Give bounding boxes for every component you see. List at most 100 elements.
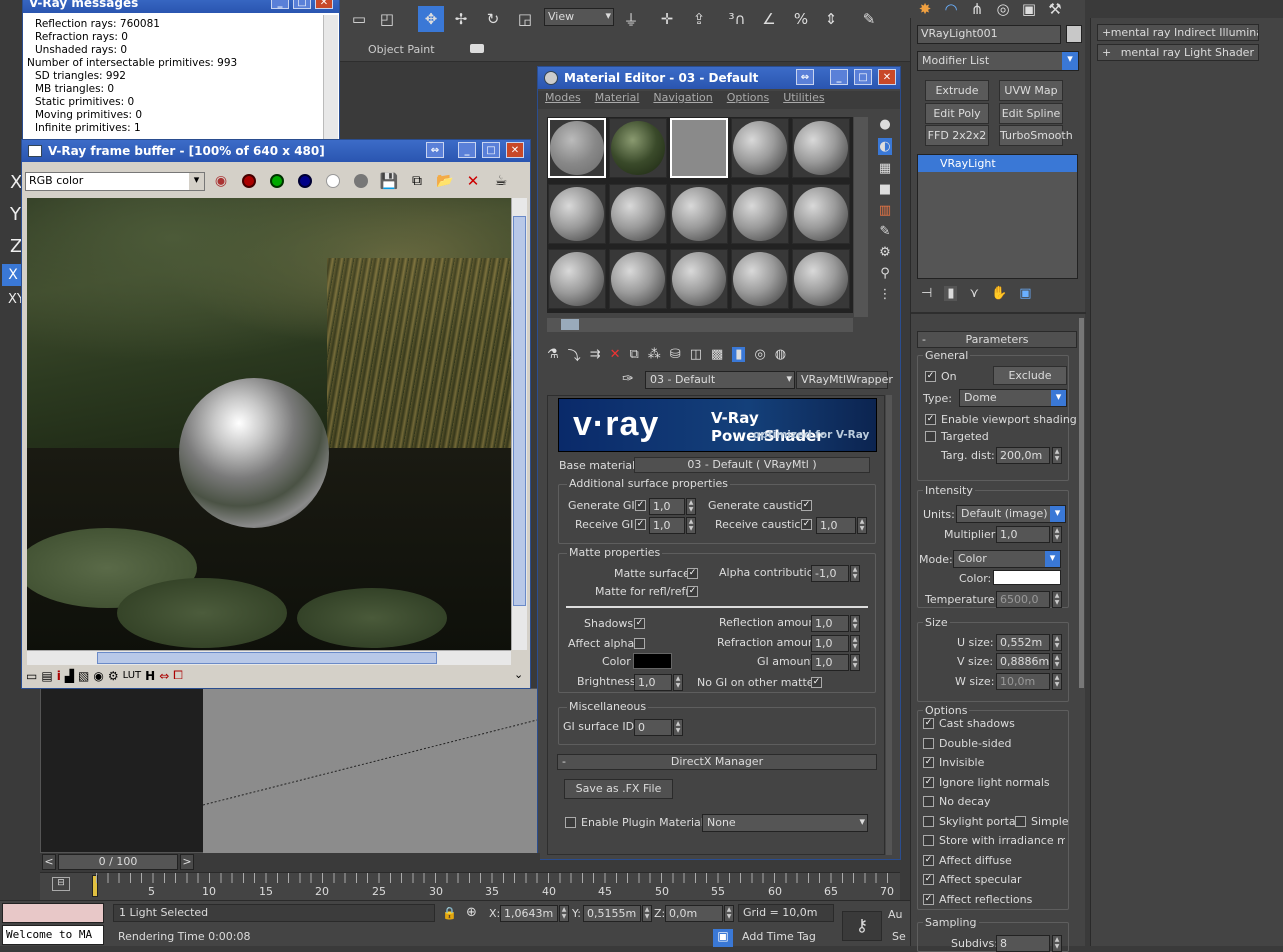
levels-icon[interactable]: ⚙: [108, 669, 119, 683]
enable-viewport-shading-checkbox[interactable]: ✓: [925, 414, 936, 425]
stack-item-vraylight[interactable]: VRayLight: [918, 155, 1077, 172]
matte-surface-checkbox[interactable]: ✓: [687, 568, 698, 579]
subdivs-field[interactable]: 8: [996, 935, 1050, 952]
refraction-amount-spinner[interactable]: ▲ ▼: [850, 635, 860, 652]
shadows-checkbox[interactable]: ✓: [634, 618, 645, 629]
save-image-icon[interactable]: 💾: [378, 170, 400, 192]
track-mouse-icon[interactable]: ▤: [41, 669, 52, 683]
uvw-map-button[interactable]: UVW Map: [999, 80, 1063, 101]
sample-slot[interactable]: [670, 118, 728, 178]
sample-slot[interactable]: [792, 249, 850, 310]
generate-gi-checkbox[interactable]: ✓: [635, 500, 646, 511]
params-scrollbar[interactable]: [886, 395, 892, 855]
menu-navigation[interactable]: Navigation: [653, 91, 712, 109]
display-info-icon[interactable]: ▭: [26, 669, 37, 683]
histogram-icon[interactable]: ▟: [65, 669, 74, 683]
video-color-icon[interactable]: ▥: [879, 203, 891, 218]
exclude-button[interactable]: Exclude: [993, 366, 1067, 385]
make-copy-icon[interactable]: ⧉: [629, 347, 638, 362]
close-button[interactable]: ✕: [506, 142, 524, 158]
simple-checkbox[interactable]: [1015, 816, 1026, 827]
sample-uv-icon[interactable]: ■: [879, 182, 891, 197]
make-unique-icon[interactable]: ⁂: [648, 347, 661, 362]
spinner-snap-icon[interactable]: ⇕: [818, 6, 844, 32]
select-region-icon[interactable]: ▭: [346, 6, 372, 32]
pixel-info-icon[interactable]: ⧠: [173, 668, 183, 683]
no-decay-checkbox[interactable]: [923, 796, 934, 807]
restore-arrows-button[interactable]: ⇔: [426, 142, 444, 158]
close-button[interactable]: ✕: [315, 0, 333, 9]
h-icon[interactable]: H: [145, 669, 155, 683]
rgb-channels-icon[interactable]: ◉: [210, 170, 232, 192]
show-map-icon[interactable]: ▩: [711, 347, 723, 362]
remove-modifier-icon[interactable]: ✋: [991, 286, 1007, 301]
object-paint-toggle[interactable]: [470, 44, 484, 53]
double-sided-checkbox[interactable]: [923, 738, 934, 749]
key-mode-icon[interactable]: ⚷: [842, 911, 882, 941]
matte-color-swatch[interactable]: [633, 653, 672, 669]
v-size-spinner[interactable]: ▲ ▼: [1052, 653, 1062, 670]
gi-amount-spinner[interactable]: ▲ ▼: [850, 654, 860, 671]
alpha-contribution-spinner[interactable]: ▲ ▼: [850, 565, 860, 582]
store-irradiance-checkbox[interactable]: [923, 835, 934, 846]
sample-slot[interactable]: [731, 118, 789, 178]
minimize-button[interactable]: _: [458, 142, 476, 158]
compare-icon[interactable]: ⇔: [159, 669, 169, 683]
eyedropper-icon[interactable]: ✑: [622, 371, 634, 387]
options-icon[interactable]: ⚙: [879, 245, 891, 260]
ignore-light-normals-checkbox[interactable]: ✓: [923, 777, 934, 788]
display-tab-icon[interactable]: ▣: [1018, 0, 1040, 18]
alpha-contribution-field[interactable]: -1,0: [811, 565, 849, 582]
percent-snap-icon[interactable]: %: [788, 6, 814, 32]
scroll-thumb[interactable]: [513, 216, 526, 606]
gi-surface-id-spinner[interactable]: ▲ ▼: [673, 719, 683, 736]
save-fx-button[interactable]: Save as .FX File: [564, 779, 673, 799]
multiplier-field[interactable]: 1,0: [996, 526, 1050, 543]
x-coordinate-field[interactable]: 1,0643m: [500, 905, 558, 922]
object-name-field[interactable]: VRayLight001: [917, 25, 1061, 44]
edit-spline-button[interactable]: Edit Spline: [999, 103, 1063, 124]
generate-gi-spinner[interactable]: ▲ ▼: [686, 498, 696, 515]
rotate-icon[interactable]: ↻: [480, 6, 506, 32]
backlight-icon[interactable]: ◐: [878, 138, 892, 155]
material-navigator-icon[interactable]: ⋮: [879, 287, 892, 302]
restore-arrows-button[interactable]: ⇔: [796, 69, 814, 85]
frame-buffer-titlebar[interactable]: V-Ray frame buffer - [100% of 640 x 480]…: [22, 140, 530, 162]
curve-editor-icon[interactable]: ⊟: [52, 877, 70, 891]
next-frame-button[interactable]: >: [180, 854, 194, 870]
pin-stack-icon[interactable]: ⊣: [921, 286, 932, 301]
invisible-checkbox[interactable]: ✓: [923, 757, 934, 768]
menu-material[interactable]: Material: [595, 91, 640, 109]
temperature-spinner[interactable]: ▲ ▼: [1052, 591, 1062, 608]
w-size-field[interactable]: 10,0m: [996, 673, 1050, 690]
background-icon[interactable]: ▦: [879, 161, 891, 176]
lut-icon[interactable]: LUT: [123, 670, 142, 681]
move-icon[interactable]: ✥: [418, 6, 444, 32]
object-color-swatch[interactable]: [1066, 25, 1082, 43]
units-dropdown[interactable]: Default (image) ▾: [956, 505, 1066, 523]
no-gi-checkbox[interactable]: ✓: [811, 677, 822, 688]
material-type-button[interactable]: VRayMtlWrapper: [796, 371, 893, 389]
maxscript-listener[interactable]: Welcome to MA: [2, 925, 104, 945]
sample-slot[interactable]: [609, 118, 667, 178]
vray-messages-titlebar[interactable]: V-Ray messages _ □ ✕: [23, 0, 339, 13]
affect-diffuse-checkbox[interactable]: ✓: [923, 855, 934, 866]
scale-icon[interactable]: ◲: [512, 6, 538, 32]
sample-slot[interactable]: [548, 249, 606, 310]
receive-gi-checkbox[interactable]: ✓: [635, 519, 646, 530]
u-size-field[interactable]: 0,552m: [996, 634, 1050, 651]
mode-dropdown[interactable]: Color ▾: [953, 550, 1061, 568]
correction-toggle-icon[interactable]: ◉: [93, 669, 103, 683]
x-spinner[interactable]: ▲ ▼: [559, 905, 569, 922]
extrude-button[interactable]: Extrude: [925, 80, 989, 101]
gi-surface-id-field[interactable]: 0: [634, 719, 672, 736]
targeted-checkbox[interactable]: [925, 431, 936, 442]
material-id-icon[interactable]: ◫: [690, 347, 702, 362]
put-to-library-icon[interactable]: ⛁: [670, 347, 681, 362]
clone-frame-icon[interactable]: ⧉: [406, 170, 428, 192]
cast-shadows-checkbox[interactable]: ✓: [923, 718, 934, 729]
sample-slot[interactable]: [548, 183, 606, 244]
mono-channel-icon[interactable]: [350, 170, 372, 192]
enable-plugin-checkbox[interactable]: [565, 817, 576, 828]
z-spinner[interactable]: ▲ ▼: [724, 905, 734, 922]
